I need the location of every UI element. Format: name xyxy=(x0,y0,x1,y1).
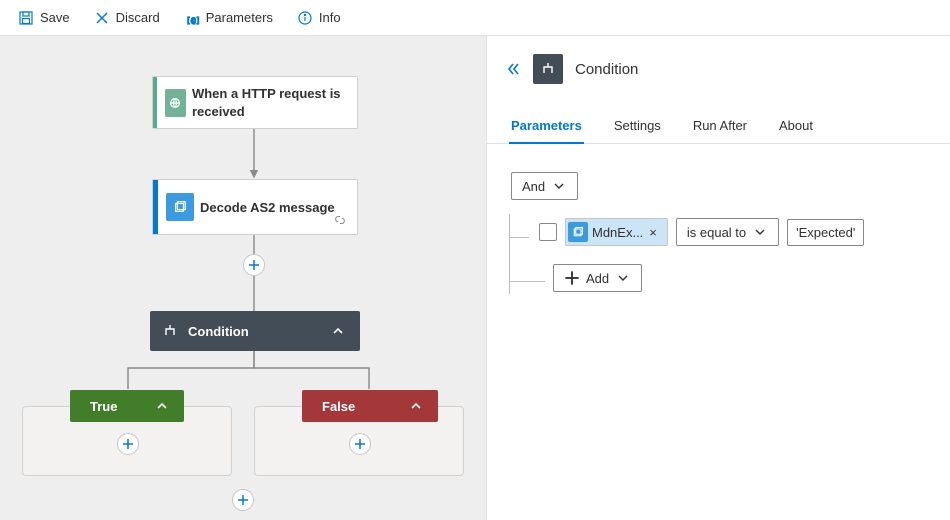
tab-parameters[interactable]: Parameters xyxy=(509,110,584,143)
action-decode-as2[interactable]: Decode AS2 message xyxy=(152,179,358,235)
plus-icon xyxy=(564,270,580,286)
condition-icon xyxy=(162,323,178,339)
tab-run-after[interactable]: Run After xyxy=(691,110,749,143)
condition-operator-select[interactable]: is equal to xyxy=(676,218,779,246)
add-label: Add xyxy=(586,271,609,286)
group-operator-select[interactable]: And xyxy=(511,172,578,200)
operator-label: is equal to xyxy=(687,225,746,240)
panel-condition-icon xyxy=(533,54,563,84)
group-operator-label: And xyxy=(522,179,545,194)
chevron-down-icon xyxy=(551,178,567,194)
add-step-after-button[interactable] xyxy=(232,489,254,511)
svg-text:[@]: [@] xyxy=(186,16,200,25)
save-button[interactable]: Save xyxy=(8,6,80,30)
decode-title: Decode AS2 message xyxy=(200,192,345,223)
info-button[interactable]: Info xyxy=(287,6,351,30)
token-remove-icon[interactable]: × xyxy=(643,225,663,240)
chevron-up-icon[interactable] xyxy=(330,323,346,339)
discard-label: Discard xyxy=(116,10,160,25)
true-branch-header[interactable]: True xyxy=(70,390,184,422)
chevron-down-icon xyxy=(752,224,768,240)
discard-icon xyxy=(94,10,110,26)
trigger-title: When a HTTP request is received xyxy=(192,77,357,128)
condition-right-operand[interactable]: 'Expected' xyxy=(787,219,864,246)
panel-tabs: Parameters Settings Run After About xyxy=(487,110,950,144)
false-label: False xyxy=(322,399,355,414)
condition-row-checkbox[interactable] xyxy=(539,223,557,241)
add-step-true-button[interactable] xyxy=(117,433,139,455)
save-icon xyxy=(18,10,34,26)
info-icon xyxy=(297,10,313,26)
add-condition-button[interactable]: Add xyxy=(553,264,642,292)
true-label: True xyxy=(90,399,117,414)
connection-indicator-icon xyxy=(333,213,347,230)
panel-title: Condition xyxy=(575,61,638,78)
chevron-up-icon[interactable] xyxy=(154,398,170,414)
decode-icon xyxy=(166,193,194,221)
http-icon xyxy=(165,89,186,117)
details-panel: Condition Parameters Settings Run After … xyxy=(486,36,950,520)
tab-about[interactable]: About xyxy=(777,110,815,143)
command-bar: Save Discard [@] Parameters Info xyxy=(0,0,950,36)
false-branch-header[interactable]: False xyxy=(302,390,438,422)
action-condition[interactable]: Condition xyxy=(150,311,360,351)
trigger-http-request[interactable]: When a HTTP request is received xyxy=(152,76,358,129)
save-label: Save xyxy=(40,10,70,25)
token-icon xyxy=(568,222,588,242)
info-label: Info xyxy=(319,10,341,25)
value-text: 'Expected' xyxy=(796,225,855,240)
chevron-up-icon[interactable] xyxy=(408,398,424,414)
condition-title: Condition xyxy=(188,324,249,339)
parameters-icon: [@] xyxy=(184,10,200,26)
collapse-panel-icon[interactable] xyxy=(505,61,521,77)
tab-settings[interactable]: Settings xyxy=(612,110,663,143)
insert-step-button[interactable] xyxy=(243,254,265,276)
token-text: MdnEx... xyxy=(592,225,643,240)
designer-canvas[interactable]: When a HTTP request is received Decode A… xyxy=(0,36,486,520)
condition-left-operand[interactable]: MdnEx... × xyxy=(565,218,668,246)
discard-button[interactable]: Discard xyxy=(84,6,170,30)
add-step-false-button[interactable] xyxy=(349,433,371,455)
parameters-label: Parameters xyxy=(206,10,273,25)
parameters-button[interactable]: [@] Parameters xyxy=(174,6,283,30)
chevron-down-icon xyxy=(615,270,631,286)
